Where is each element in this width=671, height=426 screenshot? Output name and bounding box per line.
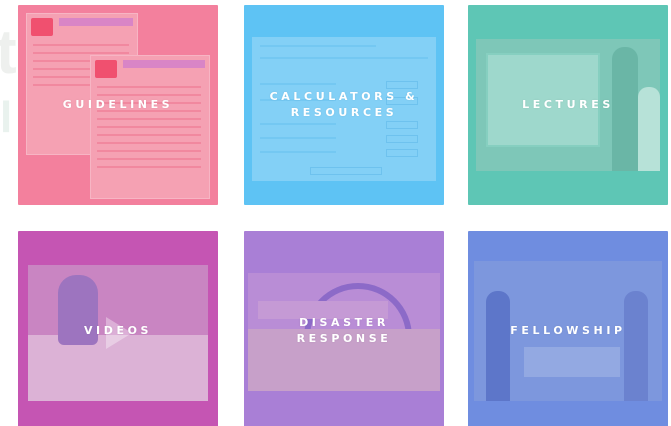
page: t l GUIDELINES CALCULATORS & RESOURCES L… (0, 0, 671, 426)
document-logo-icon (95, 60, 117, 78)
background-heading-fragment-2: l (0, 93, 13, 142)
tile-calculators-resources[interactable]: CALCULATORS & RESOURCES (244, 5, 444, 205)
tile-lectures[interactable]: LECTURES (468, 5, 668, 205)
tile-label: DISASTER RESPONSE (296, 316, 392, 345)
guideline-document-image-2 (90, 55, 210, 199)
tile-label: CALCULATORS & RESOURCES (269, 90, 419, 119)
tile-label: FELLOWSHIP (510, 324, 626, 337)
tile-guidelines[interactable]: GUIDELINES (18, 5, 218, 205)
tile-fellowship[interactable]: FELLOWSHIP (468, 231, 668, 426)
document-logo-icon (31, 18, 53, 36)
background-heading-fragment: t (0, 18, 17, 87)
tile-disaster-response[interactable]: DISASTER RESPONSE (244, 231, 444, 426)
tile-label: VIDEOS (83, 324, 153, 337)
tile-label: GUIDELINES (62, 98, 174, 111)
tile-label: LECTURES (522, 98, 614, 111)
tile-videos[interactable]: VIDEOS (18, 231, 218, 426)
